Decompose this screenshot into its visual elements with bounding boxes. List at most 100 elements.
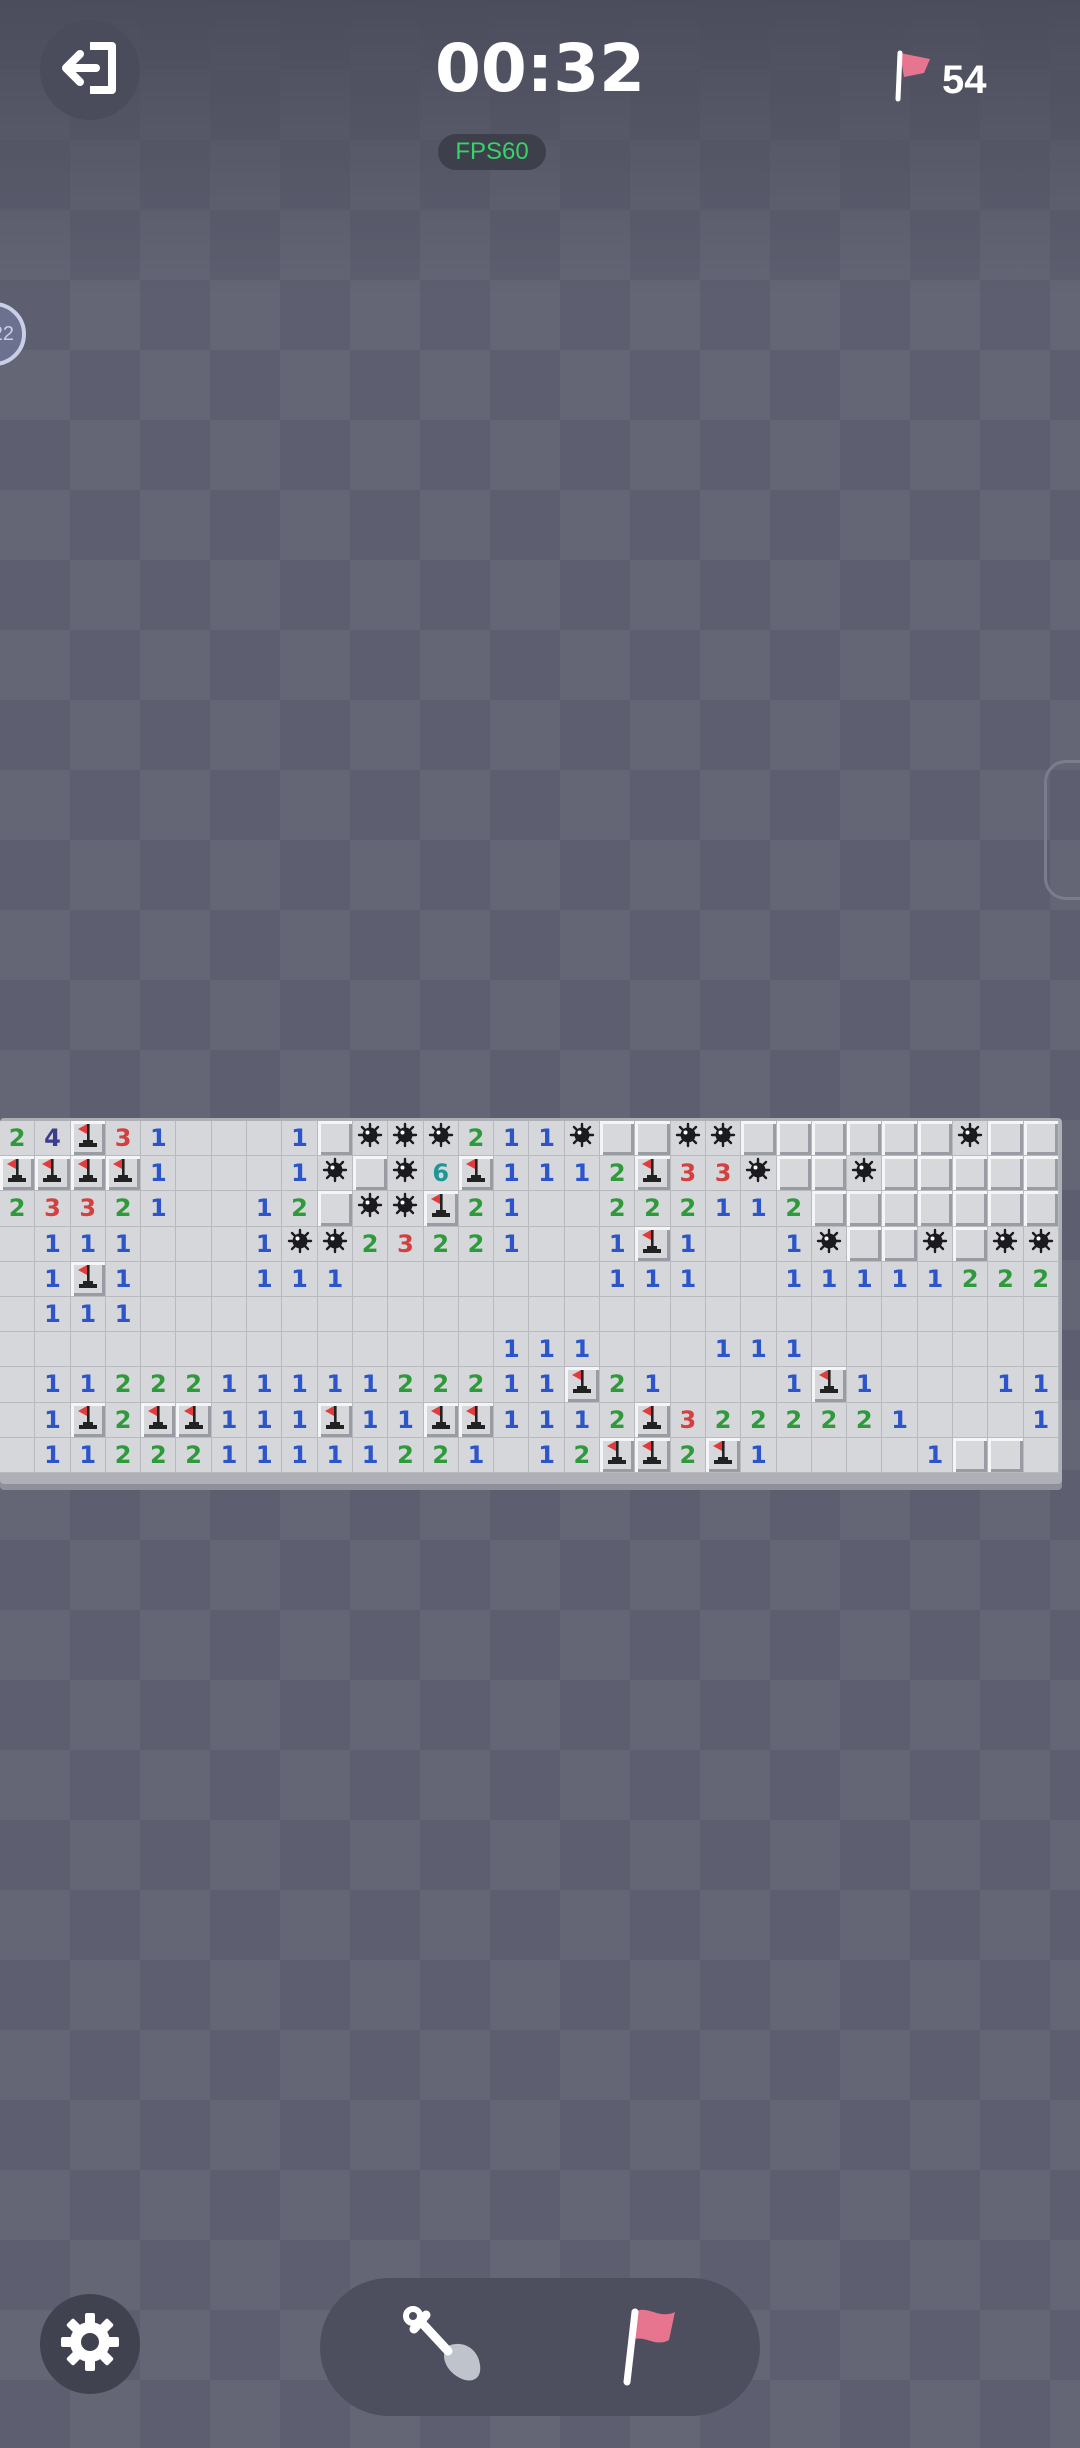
number-tile[interactable]: 1 xyxy=(741,1332,777,1368)
side-drawer-handle[interactable] xyxy=(1044,760,1080,900)
number-tile[interactable]: 2 xyxy=(458,1191,495,1227)
number-tile[interactable]: 1 xyxy=(247,1402,283,1438)
number-tile[interactable]: 3 xyxy=(70,1191,106,1227)
mine-tile[interactable] xyxy=(388,1121,424,1157)
hidden-tile[interactable] xyxy=(741,1121,777,1157)
number-tile[interactable]: 1 xyxy=(564,1156,601,1192)
number-tile[interactable]: 2 xyxy=(458,1121,495,1157)
number-tile[interactable]: 1 xyxy=(282,1367,318,1403)
number-tile[interactable]: 1 xyxy=(35,1437,71,1473)
number-tile[interactable]: 2 xyxy=(776,1402,812,1438)
hidden-tile[interactable] xyxy=(882,1121,918,1157)
number-tile[interactable]: 1 xyxy=(105,1296,142,1333)
flagged-tile[interactable] xyxy=(105,1156,142,1192)
mine-tile[interactable] xyxy=(423,1121,459,1157)
number-tile[interactable]: 2 xyxy=(388,1367,424,1403)
number-tile[interactable]: 2 xyxy=(953,1261,989,1297)
number-tile[interactable]: 1 xyxy=(317,1437,353,1473)
number-tile[interactable]: 1 xyxy=(282,1261,318,1297)
number-tile[interactable]: 1 xyxy=(247,1226,283,1262)
number-tile[interactable]: 1 xyxy=(494,1367,530,1403)
mine-tile[interactable] xyxy=(388,1191,424,1227)
flagged-tile[interactable] xyxy=(141,1402,177,1438)
hidden-tile[interactable] xyxy=(811,1156,848,1192)
number-tile[interactable]: 1 xyxy=(917,1261,954,1297)
mine-tile[interactable] xyxy=(811,1226,848,1262)
number-tile[interactable]: 1 xyxy=(247,1367,283,1403)
number-tile[interactable]: 2 xyxy=(105,1437,142,1473)
number-tile[interactable]: 1 xyxy=(388,1402,424,1438)
hidden-tile[interactable] xyxy=(317,1191,353,1227)
number-tile[interactable]: 1 xyxy=(105,1226,142,1262)
number-tile[interactable]: 1 xyxy=(352,1437,389,1473)
number-tile[interactable]: 1 xyxy=(70,1437,106,1473)
hidden-tile[interactable] xyxy=(953,1156,989,1192)
number-tile[interactable]: 1 xyxy=(776,1367,812,1403)
flagged-tile[interactable] xyxy=(35,1156,71,1192)
mine-tile[interactable] xyxy=(388,1156,424,1192)
hidden-tile[interactable] xyxy=(953,1226,989,1262)
number-tile[interactable]: 3 xyxy=(105,1121,142,1157)
number-tile[interactable]: 1 xyxy=(705,1191,742,1227)
number-tile[interactable]: 1 xyxy=(282,1402,318,1438)
hidden-tile[interactable] xyxy=(600,1121,636,1157)
number-tile[interactable]: 1 xyxy=(494,1226,530,1262)
number-tile[interactable]: 1 xyxy=(1023,1402,1059,1438)
number-tile[interactable]: 1 xyxy=(247,1437,283,1473)
hidden-tile[interactable] xyxy=(953,1437,989,1473)
mine-tile[interactable] xyxy=(352,1121,389,1157)
mine-tile[interactable] xyxy=(953,1121,989,1157)
number-tile[interactable]: 1 xyxy=(600,1261,636,1297)
number-tile[interactable]: 1 xyxy=(529,1437,565,1473)
number-tile[interactable]: 2 xyxy=(176,1367,212,1403)
hidden-tile[interactable] xyxy=(882,1156,918,1192)
flagged-tile[interactable] xyxy=(635,1226,671,1262)
number-tile[interactable]: 1 xyxy=(811,1261,848,1297)
number-tile[interactable]: 1 xyxy=(776,1332,812,1368)
hidden-tile[interactable] xyxy=(988,1121,1024,1157)
number-tile[interactable]: 1 xyxy=(247,1191,283,1227)
number-tile[interactable]: 1 xyxy=(282,1437,318,1473)
mine-tile[interactable] xyxy=(670,1121,706,1157)
number-tile[interactable]: 1 xyxy=(282,1156,318,1192)
number-tile[interactable]: 2 xyxy=(635,1191,671,1227)
number-tile[interactable]: 1 xyxy=(600,1226,636,1262)
hidden-tile[interactable] xyxy=(917,1121,954,1157)
hidden-tile[interactable] xyxy=(1023,1191,1059,1227)
number-tile[interactable]: 1 xyxy=(35,1402,71,1438)
number-tile[interactable]: 2 xyxy=(847,1402,883,1438)
number-tile[interactable]: 1 xyxy=(35,1296,71,1333)
flagged-tile[interactable] xyxy=(458,1402,495,1438)
number-tile[interactable]: 1 xyxy=(882,1402,918,1438)
number-tile[interactable]: 1 xyxy=(35,1261,71,1297)
number-tile[interactable]: 2 xyxy=(1023,1261,1059,1297)
number-tile[interactable]: 1 xyxy=(494,1332,530,1368)
number-tile[interactable]: 1 xyxy=(847,1367,883,1403)
number-tile[interactable]: 1 xyxy=(741,1191,777,1227)
hidden-tile[interactable] xyxy=(352,1156,389,1192)
level-badge[interactable]: 22 xyxy=(0,302,26,366)
mine-tile[interactable] xyxy=(917,1226,954,1262)
hidden-tile[interactable] xyxy=(847,1121,883,1157)
number-tile[interactable]: 2 xyxy=(458,1367,495,1403)
number-tile[interactable]: 1 xyxy=(70,1367,106,1403)
number-tile[interactable]: 2 xyxy=(600,1191,636,1227)
hidden-tile[interactable] xyxy=(882,1226,918,1262)
number-tile[interactable]: 1 xyxy=(494,1121,530,1157)
flagged-tile[interactable] xyxy=(176,1402,212,1438)
mine-tile[interactable] xyxy=(564,1121,601,1157)
number-tile[interactable]: 1 xyxy=(882,1261,918,1297)
number-tile[interactable]: 1 xyxy=(635,1367,671,1403)
number-tile[interactable]: 2 xyxy=(423,1437,459,1473)
mine-tile[interactable] xyxy=(988,1226,1024,1262)
number-tile[interactable]: 2 xyxy=(670,1437,706,1473)
number-tile[interactable]: 2 xyxy=(600,1367,636,1403)
hidden-tile[interactable] xyxy=(847,1191,883,1227)
number-tile[interactable]: 1 xyxy=(741,1437,777,1473)
number-tile[interactable]: 2 xyxy=(141,1367,177,1403)
number-tile[interactable]: 1 xyxy=(917,1437,954,1473)
flagged-tile[interactable] xyxy=(70,1156,106,1192)
number-tile[interactable]: 1 xyxy=(670,1226,706,1262)
number-tile[interactable]: 2 xyxy=(141,1437,177,1473)
flagged-tile[interactable] xyxy=(0,1156,36,1192)
